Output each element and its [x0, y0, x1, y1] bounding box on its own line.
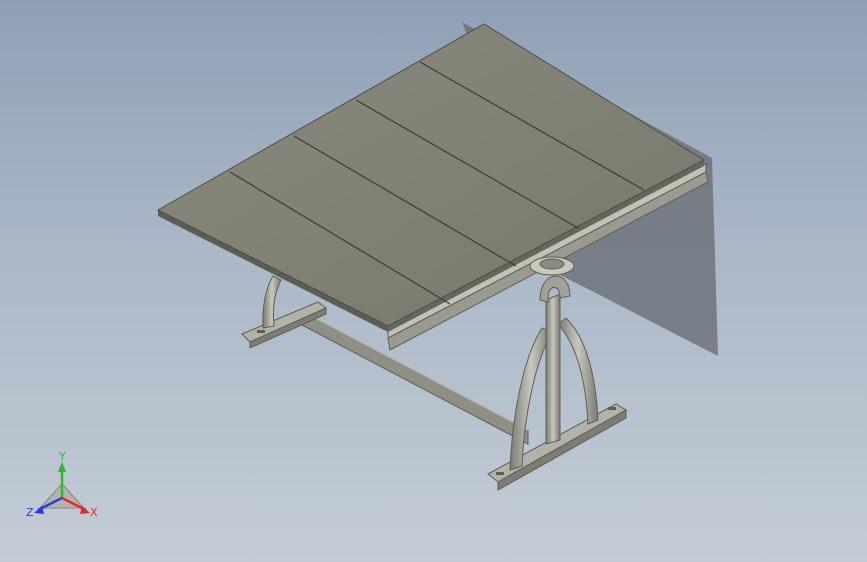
axis-triad: Y X Z [26, 450, 98, 519]
cad-viewport[interactable]: Y X Z [0, 0, 867, 562]
tilt-hub [529, 256, 575, 276]
drafting-table-model[interactable]: Y X Z [0, 0, 867, 562]
y-axis-arrow-icon [58, 462, 66, 472]
z-axis-label: Z [26, 506, 34, 519]
y-axis-label: Y [58, 450, 66, 463]
x-axis-label: X [90, 506, 98, 519]
